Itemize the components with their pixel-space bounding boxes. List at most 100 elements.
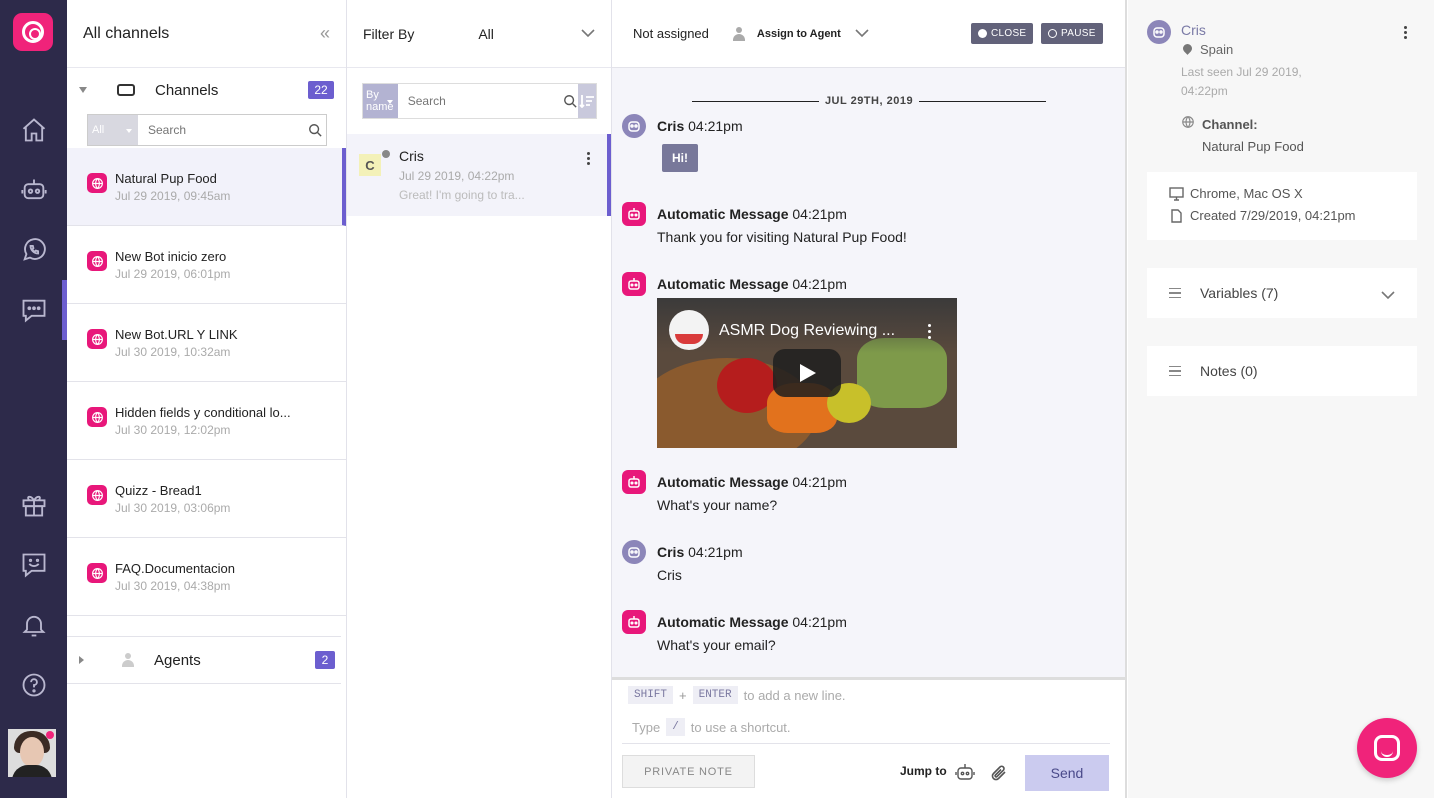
- bell-icon[interactable]: [0, 595, 67, 655]
- message-time: 04:21pm: [792, 614, 847, 630]
- message-author: Cris: [657, 118, 685, 134]
- conversations-search-input[interactable]: [397, 84, 563, 118]
- channel-item[interactable]: Quizz - Bread1 Jul 30 2019, 03:06pm: [67, 460, 346, 538]
- location-pin-icon: [1183, 44, 1192, 56]
- chat-panel: Not assigned Assign to Agent CLOSE PAUSE…: [612, 0, 1127, 798]
- menu-icon: [1169, 288, 1181, 298]
- globe-icon: [87, 407, 107, 427]
- close-label: CLOSE: [991, 28, 1027, 39]
- message-text: What's your name?: [657, 497, 778, 513]
- agents-count-badge: 2: [315, 651, 335, 669]
- channels-search-input[interactable]: [138, 115, 303, 145]
- bot-jump-icon[interactable]: [955, 763, 975, 786]
- chat-header: Not assigned Assign to Agent CLOSE PAUSE: [612, 0, 1125, 68]
- device-text: Chrome, Mac OS X: [1190, 186, 1303, 201]
- gift-icon[interactable]: [0, 475, 67, 535]
- message-author: Automatic Message: [657, 474, 789, 490]
- globe-icon: [87, 251, 107, 271]
- menu-icon: [1169, 366, 1181, 376]
- user-avatar[interactable]: [8, 729, 56, 777]
- message-composer[interactable]: SHIFT + ENTER to add a new line. Type / …: [612, 677, 1125, 798]
- expand-caret-icon[interactable]: [79, 87, 87, 93]
- assign-agent-select[interactable]: Assign to Agent: [757, 28, 841, 40]
- private-note-button[interactable]: PRIVATE NOTE: [622, 755, 755, 788]
- search-mode-select[interactable]: By name: [363, 84, 398, 118]
- jump-to-label: Jump to: [900, 764, 947, 778]
- channel-name: Hidden fields y conditional lo...: [115, 404, 291, 420]
- notes-label: Notes (0): [1200, 363, 1258, 379]
- left-nav: [0, 0, 67, 798]
- message-author: Cris: [657, 544, 685, 560]
- filter-bar[interactable]: Filter By All: [347, 0, 611, 68]
- channels-title: All channels: [83, 24, 170, 42]
- channel-date: Jul 30 2019, 12:02pm: [115, 422, 231, 437]
- variables-label: Variables (7): [1200, 285, 1279, 301]
- video-channel-avatar[interactable]: [669, 310, 709, 350]
- chat-bubble-icon: [1374, 735, 1400, 761]
- video-title[interactable]: ASMR Dog Reviewing ...: [719, 322, 895, 340]
- agents-group-header[interactable]: Agents 2: [67, 636, 341, 684]
- close-button[interactable]: CLOSE: [971, 23, 1034, 44]
- play-icon[interactable]: [773, 349, 841, 397]
- support-chat-button[interactable]: [1357, 718, 1417, 778]
- chat-message: Automatic Message 04:21pm What's your na…: [622, 470, 1102, 513]
- home-icon[interactable]: [0, 100, 67, 160]
- bot-icon: [622, 470, 646, 494]
- variables-accordion[interactable]: Variables (7): [1147, 268, 1417, 318]
- whatsapp-icon[interactable]: [0, 220, 67, 280]
- pause-button[interactable]: PAUSE: [1041, 23, 1103, 44]
- attachment-icon[interactable]: [990, 764, 1008, 787]
- chevron-down-icon[interactable]: [1381, 287, 1395, 305]
- search-icon[interactable]: [303, 115, 326, 145]
- channel-name: FAQ.Documentacion: [115, 560, 235, 576]
- globe-icon: [87, 329, 107, 349]
- message-input[interactable]: Type / to use a shortcut.: [632, 718, 791, 736]
- help-icon[interactable]: [0, 655, 67, 715]
- device-card: Chrome, Mac OS X Created 7/29/2019, 04:2…: [1147, 172, 1417, 240]
- channel-item[interactable]: Hidden fields y conditional lo... Jul 30…: [67, 382, 346, 460]
- notes-accordion[interactable]: Notes (0): [1147, 346, 1417, 396]
- message-time: 04:21pm: [792, 276, 847, 292]
- message-bubble: Hi!: [662, 144, 698, 172]
- filter-value[interactable]: All: [478, 26, 494, 42]
- channel-date: Jul 30 2019, 04:38pm: [115, 578, 231, 593]
- send-button[interactable]: Send: [1025, 755, 1109, 791]
- chevron-down-icon[interactable]: [855, 25, 869, 43]
- conversation-item[interactable]: C Cris Jul 29 2019, 04:22pm Great! I'm g…: [347, 134, 611, 216]
- app-logo[interactable]: [13, 13, 53, 51]
- channel-label: Channel:: [1202, 117, 1258, 132]
- channels-group-header[interactable]: Channels 22: [67, 68, 346, 112]
- user-avatar-icon: [622, 540, 646, 564]
- chat-message: Automatic Message 04:21pm What's your em…: [622, 610, 1102, 653]
- more-options-icon[interactable]: [587, 152, 591, 167]
- search-icon[interactable]: [563, 84, 578, 118]
- agents-label: Agents: [154, 651, 201, 669]
- sort-icon[interactable]: [577, 84, 596, 118]
- channels-search: All: [87, 114, 327, 146]
- bot-icon[interactable]: [0, 160, 67, 220]
- inbox-icon: [117, 84, 135, 96]
- message-text: Thank you for visiting Natural Pup Food!: [657, 229, 907, 245]
- contact-location: Spain: [1183, 42, 1233, 57]
- video-more-icon[interactable]: [928, 324, 931, 342]
- more-options-icon[interactable]: [1404, 26, 1408, 41]
- channel-item[interactable]: FAQ.Documentacion Jul 30 2019, 04:38pm: [67, 538, 346, 616]
- contact-name: Cris: [399, 148, 424, 164]
- channel-item[interactable]: New Bot.URL Y LINK Jul 30 2019, 10:32am: [67, 304, 346, 382]
- channel-date: Jul 30 2019, 10:32am: [115, 344, 231, 359]
- filter-label: Filter By: [363, 25, 415, 42]
- channel-item[interactable]: New Bot inicio zero Jul 29 2019, 06:01pm: [67, 226, 346, 304]
- contact-details-panel: Cris Spain Last seen Jul 29 2019, 04:22p…: [1128, 0, 1434, 798]
- channel-type-select[interactable]: All: [88, 115, 138, 145]
- expand-caret-icon[interactable]: [79, 656, 84, 664]
- message-time: 04:21pm: [688, 118, 743, 134]
- bot-icon: [622, 202, 646, 226]
- channel-item[interactable]: Natural Pup Food Jul 29 2019, 09:45am: [67, 148, 346, 226]
- channels-header: All channels «: [67, 0, 346, 68]
- video-embed[interactable]: ASMR Dog Reviewing ...: [657, 298, 957, 448]
- collapse-panel-icon[interactable]: «: [320, 23, 330, 44]
- bot-icon: [622, 610, 646, 634]
- chevron-down-icon[interactable]: [581, 25, 595, 43]
- feedback-icon[interactable]: [0, 535, 67, 595]
- conversations-icon[interactable]: [0, 280, 67, 340]
